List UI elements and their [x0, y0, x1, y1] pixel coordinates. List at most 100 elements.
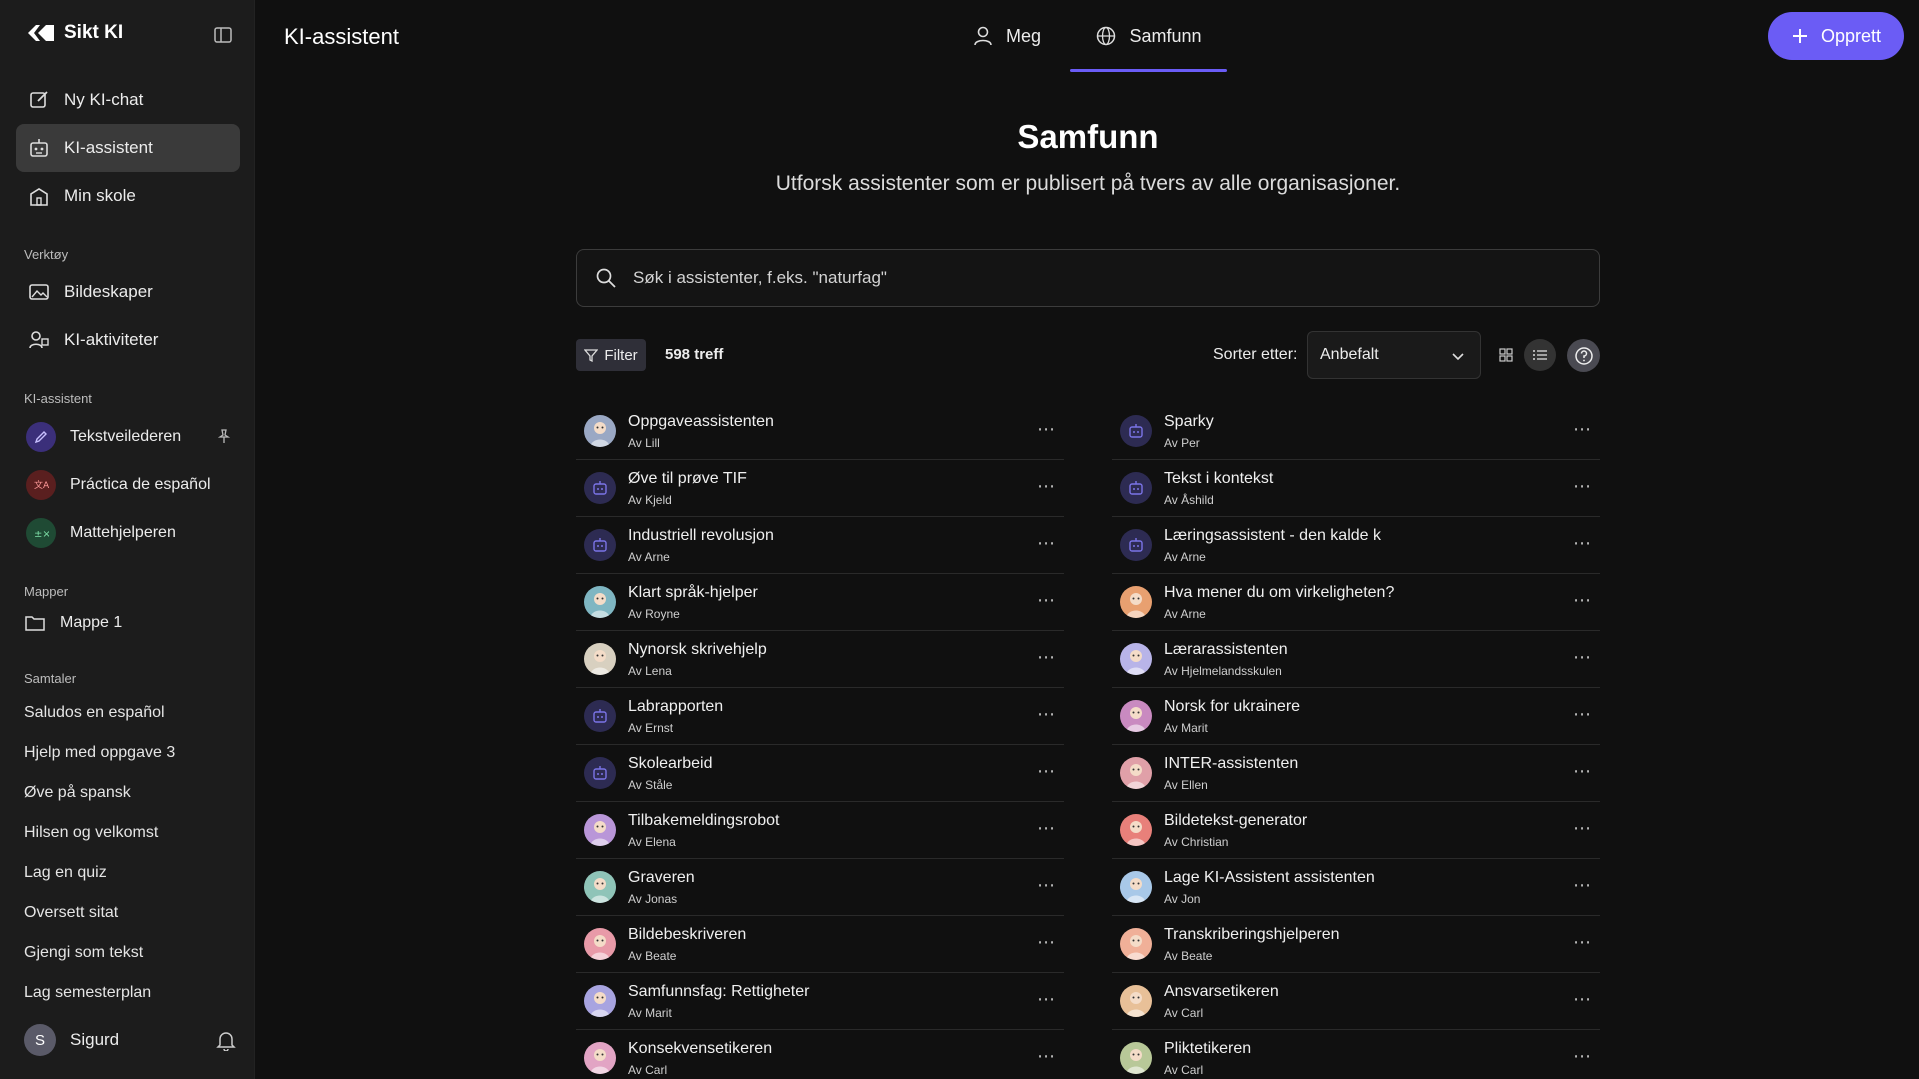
- nav-min-skole[interactable]: Min skole: [16, 172, 240, 220]
- chat-item[interactable]: Øve på spansk: [24, 784, 131, 802]
- more-options-icon[interactable]: ⋯: [1037, 761, 1056, 782]
- nav-ki-assistent[interactable]: KI-assistent: [16, 124, 240, 172]
- item-author: Av Carl: [1164, 1006, 1204, 1020]
- more-options-icon[interactable]: ⋯: [1573, 476, 1592, 497]
- tab-samfunn[interactable]: Samfunn: [1070, 0, 1227, 72]
- avatar: [584, 814, 616, 846]
- more-options-icon[interactable]: ⋯: [1037, 989, 1056, 1010]
- folder-item[interactable]: Mappe 1: [24, 614, 122, 632]
- more-options-icon[interactable]: ⋯: [1037, 590, 1056, 611]
- list-item[interactable]: Industriell revolusjon Av Arne ⋯: [576, 517, 1064, 574]
- item-title: Læringsassistent - den kalde k: [1164, 527, 1381, 544]
- chat-item[interactable]: Lag en quiz: [24, 864, 107, 882]
- list-item[interactable]: Norsk for ukrainere Av Marit ⋯: [1112, 688, 1600, 745]
- sidebar-toggle-icon[interactable]: [212, 24, 234, 46]
- list-item[interactable]: Oppgaveassistenten Av Lill ⋯: [576, 403, 1064, 460]
- list-item[interactable]: Nynorsk skrivehjelp Av Lena ⋯: [576, 631, 1064, 688]
- nav-label: KI-assistent: [64, 138, 153, 157]
- item-title: Tilbakemeldingsrobot: [628, 812, 780, 829]
- tab-meg[interactable]: Meg: [972, 0, 1060, 72]
- more-options-icon[interactable]: ⋯: [1573, 761, 1592, 782]
- item-title: Norsk for ukrainere: [1164, 698, 1301, 715]
- list-item[interactable]: Lage KI-Assistent assistenten Av Jon ⋯: [1112, 859, 1600, 916]
- list-item[interactable]: Tilbakemeldingsrobot Av Elena ⋯: [576, 802, 1064, 859]
- nav-bildeskaper[interactable]: Bildeskaper: [16, 268, 240, 316]
- more-options-icon[interactable]: ⋯: [1573, 818, 1592, 839]
- list-item[interactable]: Labrapporten Av Ernst ⋯: [576, 688, 1064, 745]
- more-options-icon[interactable]: ⋯: [1037, 818, 1056, 839]
- list-item[interactable]: Hva mener du om virkeligheten? Av Arne ⋯: [1112, 574, 1600, 631]
- nav-new-chat[interactable]: Ny KI-chat: [16, 76, 240, 124]
- more-options-icon[interactable]: ⋯: [1037, 647, 1056, 668]
- more-options-icon[interactable]: ⋯: [1573, 989, 1592, 1010]
- item-author: Av Royne: [628, 607, 680, 621]
- more-options-icon[interactable]: ⋯: [1573, 647, 1592, 668]
- list-item[interactable]: Tekst i kontekst Av Åshild ⋯: [1112, 460, 1600, 517]
- more-options-icon[interactable]: ⋯: [1573, 875, 1592, 896]
- list-item[interactable]: INTER-assistenten Av Ellen ⋯: [1112, 745, 1600, 802]
- list-item[interactable]: Læringsassistent - den kalde k Av Arne ⋯: [1112, 517, 1600, 574]
- list-item[interactable]: Ansvarsetikeren Av Carl ⋯: [1112, 973, 1600, 1030]
- user-profile[interactable]: S Sigurd: [24, 1023, 236, 1057]
- chat-item[interactable]: Lag semesterplan: [24, 984, 151, 1002]
- list-view-button[interactable]: [1524, 339, 1556, 371]
- item-author: Av Arne: [1164, 550, 1206, 564]
- list-item[interactable]: Konsekvensetikeren Av Carl ⋯: [576, 1030, 1064, 1079]
- more-options-icon[interactable]: ⋯: [1037, 875, 1056, 896]
- more-options-icon[interactable]: ⋯: [1037, 704, 1056, 725]
- list-item[interactable]: Klart språk-hjelper Av Royne ⋯: [576, 574, 1064, 631]
- list-item[interactable]: Øve til prøve TIF Av Kjeld ⋯: [576, 460, 1064, 517]
- user-icon: [974, 26, 992, 46]
- list-item[interactable]: Samfunnsfag: Rettigheter Av Marit ⋯: [576, 973, 1064, 1030]
- assistant-tekstveilederen[interactable]: Tekstveilederen: [26, 420, 240, 454]
- tab-label: Meg: [1006, 25, 1042, 46]
- more-options-icon[interactable]: ⋯: [1037, 419, 1056, 440]
- list-item[interactable]: Skolearbeid Av Ståle ⋯: [576, 745, 1064, 802]
- list-item[interactable]: Bildebeskriveren Av Beate ⋯: [576, 916, 1064, 973]
- help-icon: [1574, 346, 1593, 365]
- assistant-mattehjelperen[interactable]: ±× Mattehjelperen: [26, 516, 240, 550]
- list-item[interactable]: Graveren Av Jonas ⋯: [576, 859, 1064, 916]
- assistant-practica-espanol[interactable]: 文A Práctica de español: [26, 468, 240, 502]
- chats-section-label: Samtaler: [24, 671, 77, 686]
- chat-item[interactable]: Hjelp med oppgave 3: [24, 744, 175, 762]
- chat-item[interactable]: Oversett sitat: [24, 904, 118, 922]
- item-title: Nynorsk skrivehjelp: [628, 641, 767, 658]
- avatar: [1120, 814, 1152, 846]
- brand-logo[interactable]: Sikt KI: [26, 22, 123, 44]
- create-button[interactable]: Opprett: [1768, 12, 1904, 60]
- more-options-icon[interactable]: ⋯: [1037, 932, 1056, 953]
- search-bar[interactable]: [576, 249, 1600, 307]
- chat-item[interactable]: Gjengi som tekst: [24, 944, 143, 962]
- help-button[interactable]: [1567, 339, 1600, 372]
- item-title: Tekst i kontekst: [1164, 470, 1274, 487]
- more-options-icon[interactable]: ⋯: [1573, 590, 1592, 611]
- list-item[interactable]: Transkriberingshjelperen Av Beate ⋯: [1112, 916, 1600, 973]
- item-author: Av Marit: [1164, 721, 1208, 735]
- filter-button[interactable]: Filter: [576, 339, 646, 371]
- sort-dropdown[interactable]: Anbefalt: [1307, 331, 1481, 379]
- item-title: Graveren: [628, 869, 695, 886]
- more-options-icon[interactable]: ⋯: [1037, 533, 1056, 554]
- avatar: [1120, 643, 1152, 675]
- pin-icon[interactable]: [216, 428, 232, 444]
- chat-item[interactable]: Hilsen og velkomst: [24, 824, 158, 842]
- more-options-icon[interactable]: ⋯: [1573, 1046, 1592, 1067]
- grid-view-button[interactable]: [1490, 339, 1522, 371]
- bell-icon[interactable]: [216, 1029, 236, 1051]
- more-options-icon[interactable]: ⋯: [1573, 419, 1592, 440]
- search-input[interactable]: [633, 268, 1533, 288]
- list-item[interactable]: Lærarassistenten Av Hjelmelandsskulen ⋯: [1112, 631, 1600, 688]
- list-item[interactable]: Sparky Av Per ⋯: [1112, 403, 1600, 460]
- list-item[interactable]: Pliktetikeren Av Carl ⋯: [1112, 1030, 1600, 1079]
- chat-item[interactable]: Saludos en español: [24, 704, 165, 722]
- list-item[interactable]: Bildetekst-generator Av Christian ⋯: [1112, 802, 1600, 859]
- more-options-icon[interactable]: ⋯: [1573, 533, 1592, 554]
- more-options-icon[interactable]: ⋯: [1573, 932, 1592, 953]
- more-options-icon[interactable]: ⋯: [1037, 476, 1056, 497]
- nav-label: Bildeskaper: [64, 282, 153, 301]
- nav-ki-aktiviteter[interactable]: KI-aktiviteter: [16, 316, 240, 364]
- more-options-icon[interactable]: ⋯: [1037, 1046, 1056, 1067]
- item-title: Skolearbeid: [628, 755, 713, 772]
- more-options-icon[interactable]: ⋯: [1573, 704, 1592, 725]
